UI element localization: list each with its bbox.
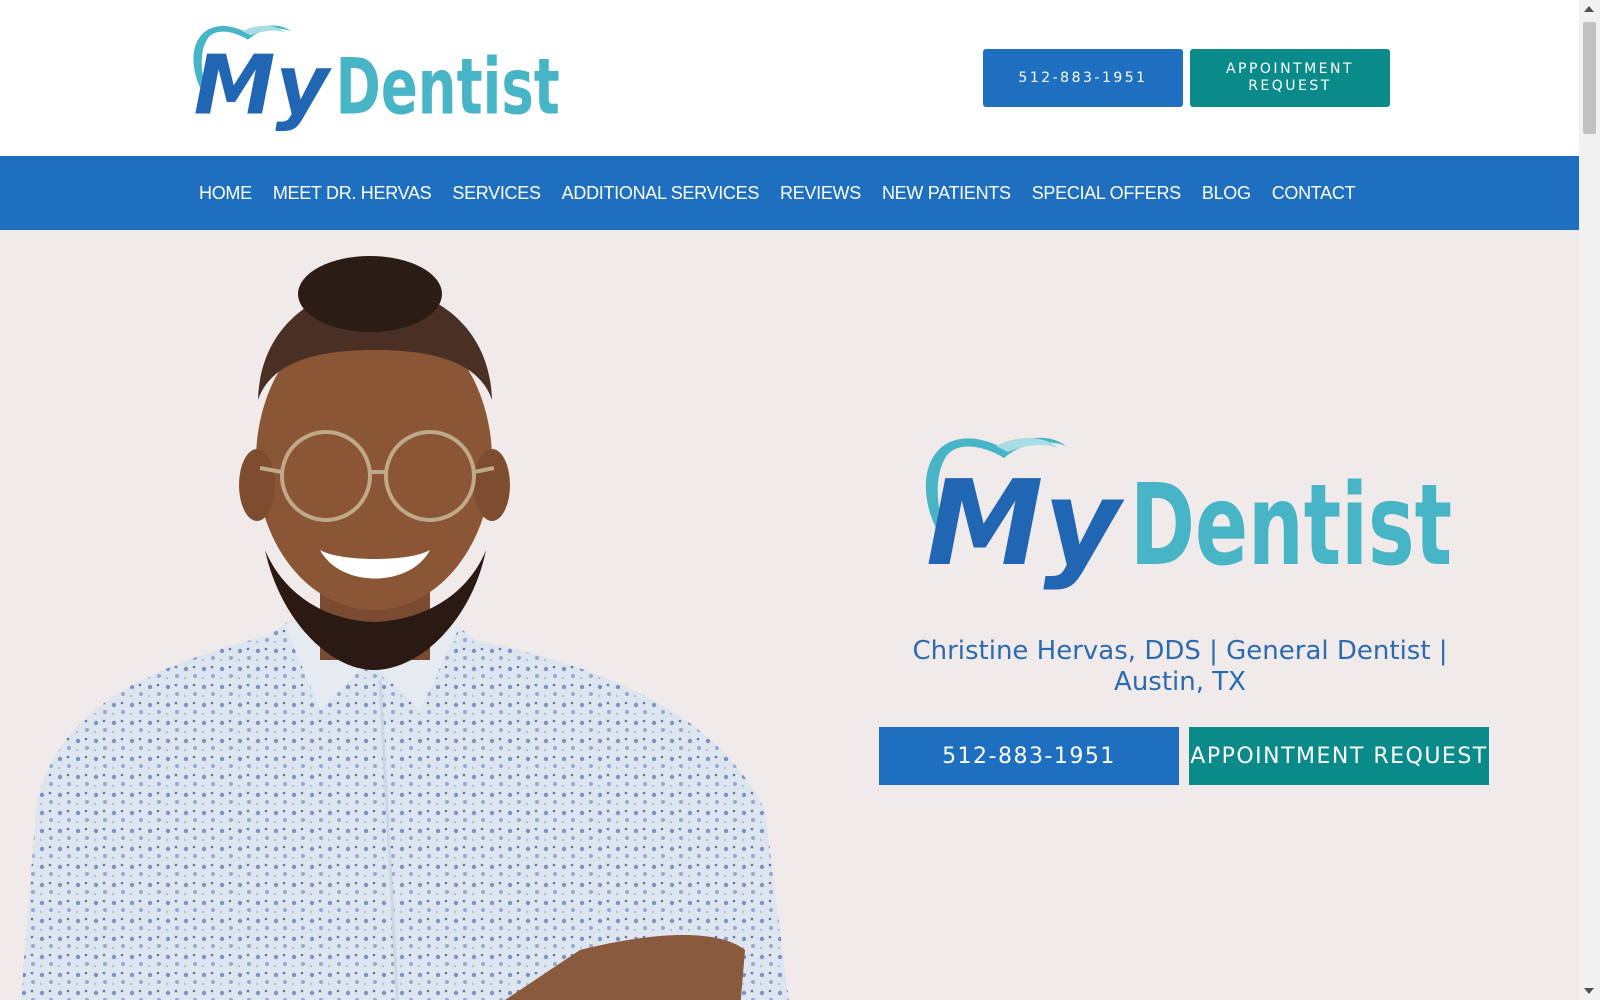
nav-list: HOME MEET DR. HERVAS SERVICES ADDITIONAL… (189, 156, 1365, 230)
page: My Dentist 512-883-1951 APPOINTMENT REQU… (0, 0, 1579, 1000)
scroll-thumb[interactable] (1583, 22, 1596, 134)
main-nav: HOME MEET DR. HERVAS SERVICES ADDITIONAL… (0, 156, 1579, 230)
hero-person-image (20, 256, 789, 1000)
page-scrollbar[interactable] (1579, 0, 1600, 1000)
site-header: My Dentist 512-883-1951 APPOINTMENT REQU… (0, 0, 1579, 156)
logo-text-dentist: Dentist (336, 42, 560, 132)
nav-item-home[interactable]: HOME (199, 183, 252, 204)
nav-item-special-offers[interactable]: SPECIAL OFFERS (1032, 183, 1181, 204)
nav-item-services[interactable]: SERVICES (452, 183, 541, 204)
nav-item-contact[interactable]: CONTACT (1272, 183, 1356, 204)
hero-phone-button[interactable]: 512-883-1951 (879, 727, 1179, 785)
logo-text-my: My (926, 454, 1125, 592)
header-appointment-button[interactable]: APPOINTMENT REQUEST (1190, 49, 1390, 107)
logo-text-dentist: Dentist (1130, 461, 1452, 591)
hero-section: My Dentist Christine Hervas, DDS | Gener… (0, 230, 1579, 1000)
nav-item-new-patients[interactable]: NEW PATIENTS (882, 183, 1011, 204)
site-logo[interactable]: My Dentist (188, 20, 564, 140)
hero-tagline: Christine Hervas, DDS | General Dentist … (912, 636, 1448, 697)
nav-item-blog[interactable]: BLOG (1202, 183, 1251, 204)
scroll-up-arrow-icon[interactable] (1584, 6, 1594, 12)
nav-item-meet-dr-hervas[interactable]: MEET DR. HERVAS (273, 183, 432, 204)
nav-item-additional-services[interactable]: ADDITIONAL SERVICES (562, 183, 760, 204)
logo-text-my: My (194, 38, 333, 133)
nav-item-reviews[interactable]: REVIEWS (780, 183, 861, 204)
scroll-down-arrow-icon[interactable] (1584, 988, 1594, 994)
hero-appointment-button[interactable]: APPOINTMENT REQUEST (1189, 727, 1489, 785)
hero-logo: My Dentist (925, 437, 1452, 592)
header-phone-button[interactable]: 512-883-1951 (983, 49, 1183, 107)
